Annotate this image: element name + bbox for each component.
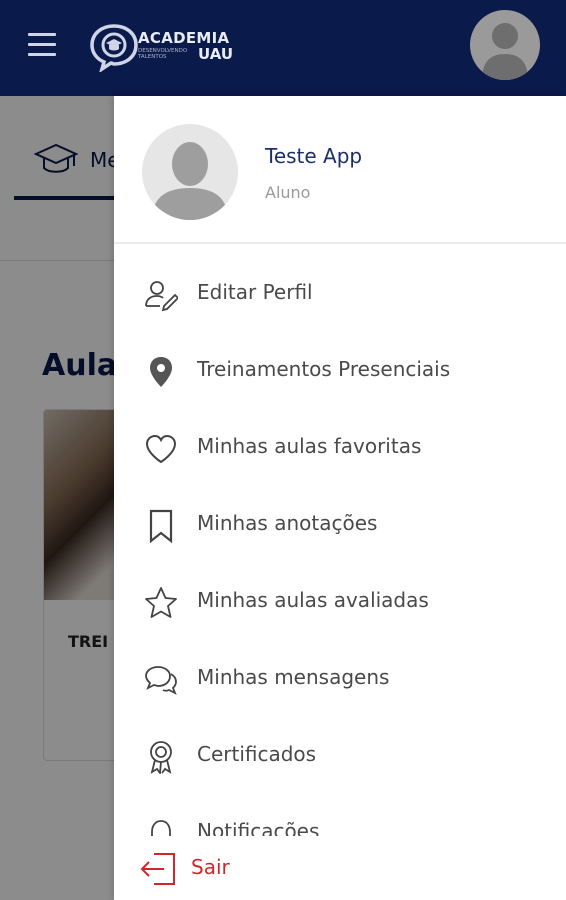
logout-label: Sair (191, 855, 230, 879)
menu-item-label: Minhas aulas avaliadas (197, 588, 429, 612)
logo-subtitle: DESENVOLVENDO TALENTOS (138, 48, 188, 60)
menu-item-label: Certificados (197, 742, 317, 766)
bell-icon (151, 820, 171, 836)
drawer-menu-list[interactable]: Editar Perfil Treinamentos Presenciais M… (114, 244, 566, 836)
menu-item-certificates[interactable]: Certificados (114, 726, 566, 786)
profile-role: Aluno (265, 183, 311, 202)
menu-item-label: Editar Perfil (197, 280, 313, 304)
star-icon (145, 587, 177, 618)
menu-item-label: Notificações (197, 819, 320, 836)
menu-item-rated-classes[interactable]: Minhas aulas avaliadas (114, 572, 566, 632)
menu-item-in-person-trainings[interactable]: Treinamentos Presenciais (114, 341, 566, 401)
location-pin-icon (150, 357, 172, 387)
edit-profile-icon (145, 281, 178, 312)
menu-item-label: Minhas anotações (197, 511, 378, 535)
hamburger-menu-icon[interactable] (28, 32, 56, 58)
award-icon (150, 741, 172, 774)
bookmark-icon (149, 509, 173, 543)
logout-button[interactable]: Sair (114, 840, 566, 900)
chat-bubbles-icon (145, 666, 177, 695)
profile-header: Teste App Aluno (114, 96, 566, 244)
menu-item-notifications[interactable]: Notificações (114, 803, 566, 836)
app-header: ACADEMIA DESENVOLVENDO TALENTOS UAU (0, 0, 566, 96)
menu-item-label: Minhas aulas favoritas (197, 434, 422, 458)
heart-icon (145, 434, 177, 464)
logout-icon (140, 853, 175, 885)
navigation-drawer: Teste App Aluno Editar Perfil Treinament… (114, 96, 566, 900)
profile-name: Teste App (265, 144, 363, 168)
logo-uau: UAU (198, 45, 234, 63)
menu-item-label: Treinamentos Presenciais (197, 357, 451, 381)
menu-item-label: Minhas mensagens (197, 665, 390, 689)
menu-item-favorite-classes[interactable]: Minhas aulas favoritas (114, 418, 566, 478)
header-avatar[interactable] (470, 10, 540, 80)
profile-avatar (142, 124, 238, 220)
menu-item-notes[interactable]: Minhas anotações (114, 495, 566, 555)
academia-uau-logo: ACADEMIA DESENVOLVENDO TALENTOS UAU (88, 20, 248, 72)
menu-item-messages[interactable]: Minhas mensagens (114, 649, 566, 709)
menu-item-edit-profile[interactable]: Editar Perfil (114, 264, 566, 324)
